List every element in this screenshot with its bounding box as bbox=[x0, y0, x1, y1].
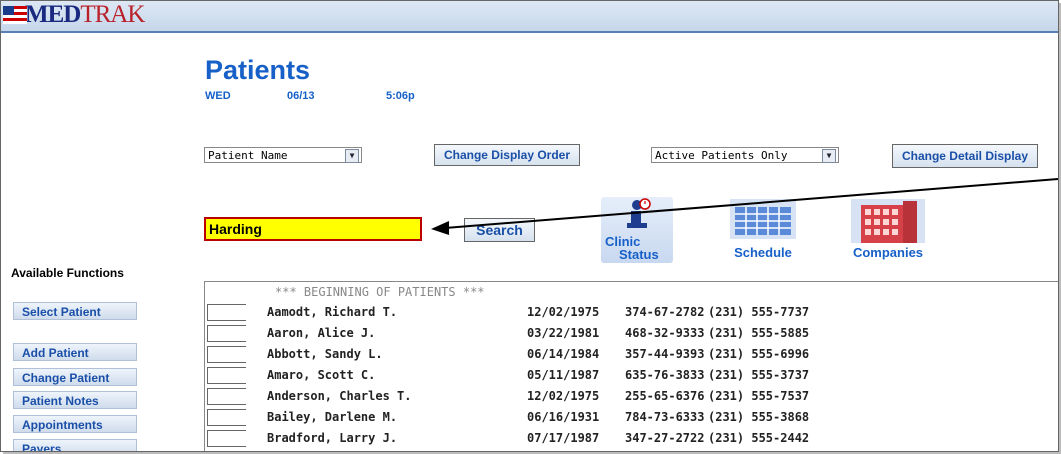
app-window: MEDTRAK Patients WED 06/13 5:06p Patient… bbox=[0, 0, 1059, 452]
pointer-arrow bbox=[431, 178, 1058, 235]
